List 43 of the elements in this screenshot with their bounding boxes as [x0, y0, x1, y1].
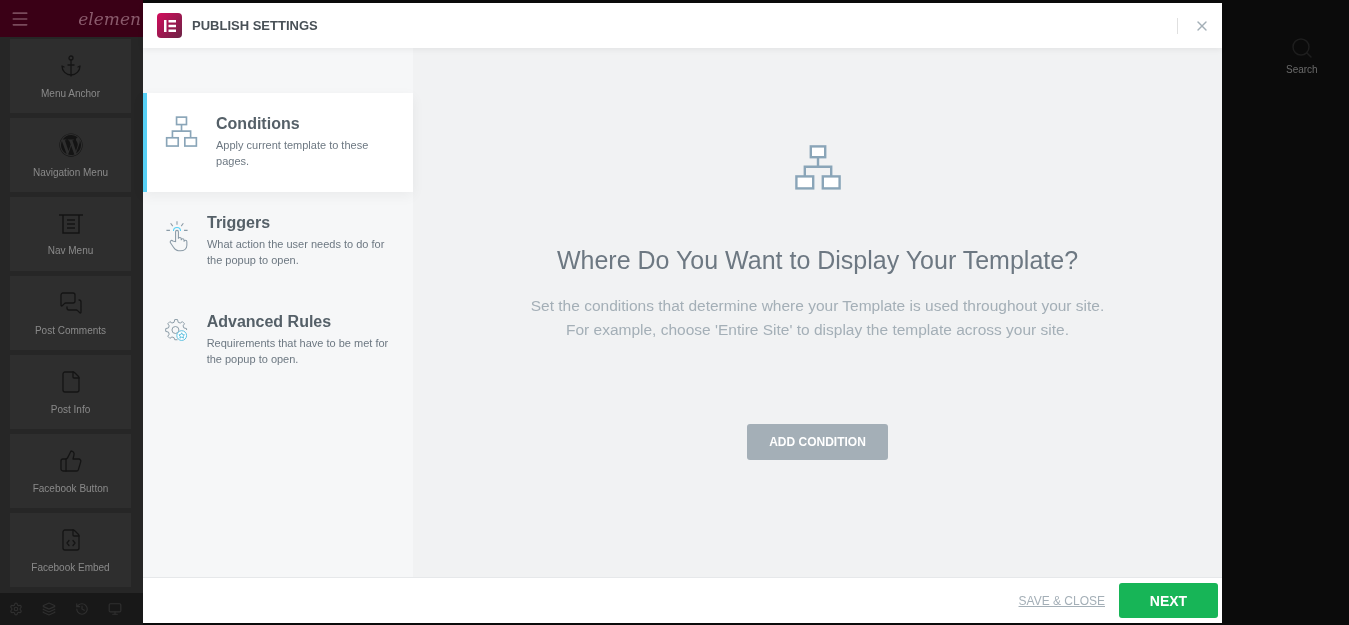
- widget-label: Menu Anchor: [41, 87, 100, 99]
- next-button[interactable]: NEXT: [1119, 583, 1218, 618]
- widget-card[interactable]: Facebook Button: [10, 434, 131, 508]
- main-heading: Where Do You Want to Display Your Template?: [556, 246, 1079, 275]
- widget-label: Facebook Embed: [31, 561, 110, 573]
- search-label: Search: [1286, 64, 1318, 75]
- settings-icon[interactable]: [9, 602, 24, 616]
- widget-card[interactable]: Nav Menu: [10, 197, 131, 271]
- description-line: For example, choose 'Entire Site' to display the template across your site.: [565, 321, 1069, 339]
- anchor-icon: [58, 53, 83, 78]
- description-line: Set the conditions that determine where your Template is used throughout your site.: [530, 297, 1105, 315]
- logo-text: elemen: [78, 8, 141, 29]
- tab-title: Triggers: [207, 214, 272, 232]
- settings-tab[interactable]: Triggers What action the user needs to do for the popup to open.: [143, 192, 413, 291]
- widget-card[interactable]: Post Comments: [10, 276, 131, 350]
- widget-label: Nav Menu: [47, 244, 94, 256]
- history-icon[interactable]: [74, 602, 89, 616]
- sitemap-icon: [793, 144, 842, 192]
- w-logo-icon: [58, 132, 83, 157]
- widget-label: Post Comments: [34, 324, 107, 336]
- chat-bubbles-icon: [58, 290, 83, 315]
- settings-tab[interactable]: Conditions Apply current template to these pages.: [143, 93, 413, 192]
- logo-icon: [157, 13, 182, 38]
- widget-card[interactable]: Navigation Menu: [10, 118, 131, 192]
- tab-title: Conditions: [216, 115, 301, 133]
- widget-label: Post Info: [50, 403, 91, 415]
- tab-description: Requirements that have to be met for the popup to open.: [206, 336, 390, 367]
- tab-description: What action the user needs to do for the popup to open.: [207, 237, 386, 268]
- thumbs-up-icon: [58, 448, 83, 473]
- widget-card[interactable]: Menu Anchor: [10, 39, 131, 113]
- tab-title: Advanced Rules: [206, 313, 333, 331]
- widget-card[interactable]: Facebook Embed: [10, 513, 131, 587]
- sitemap-icon: [165, 115, 199, 149]
- save-close-link[interactable]: SAVE & CLOSE: [1018, 593, 1105, 608]
- layers-icon[interactable]: [42, 602, 57, 616]
- widget-card[interactable]: Post Info: [10, 355, 131, 429]
- widget-label: Navigation Menu: [32, 166, 108, 178]
- settings-tab[interactable]: Advanced Rules Requirements that have to be met for the popup to open.: [143, 291, 413, 390]
- tab-description: Apply current template to these pages.: [216, 138, 370, 169]
- widget-label: Facebook Button: [32, 482, 109, 494]
- add-condition-button[interactable]: ADD CONDITION: [747, 424, 888, 460]
- menu-list-icon: [57, 212, 84, 235]
- dialog-title: PUBLISH SETTINGS: [192, 18, 319, 33]
